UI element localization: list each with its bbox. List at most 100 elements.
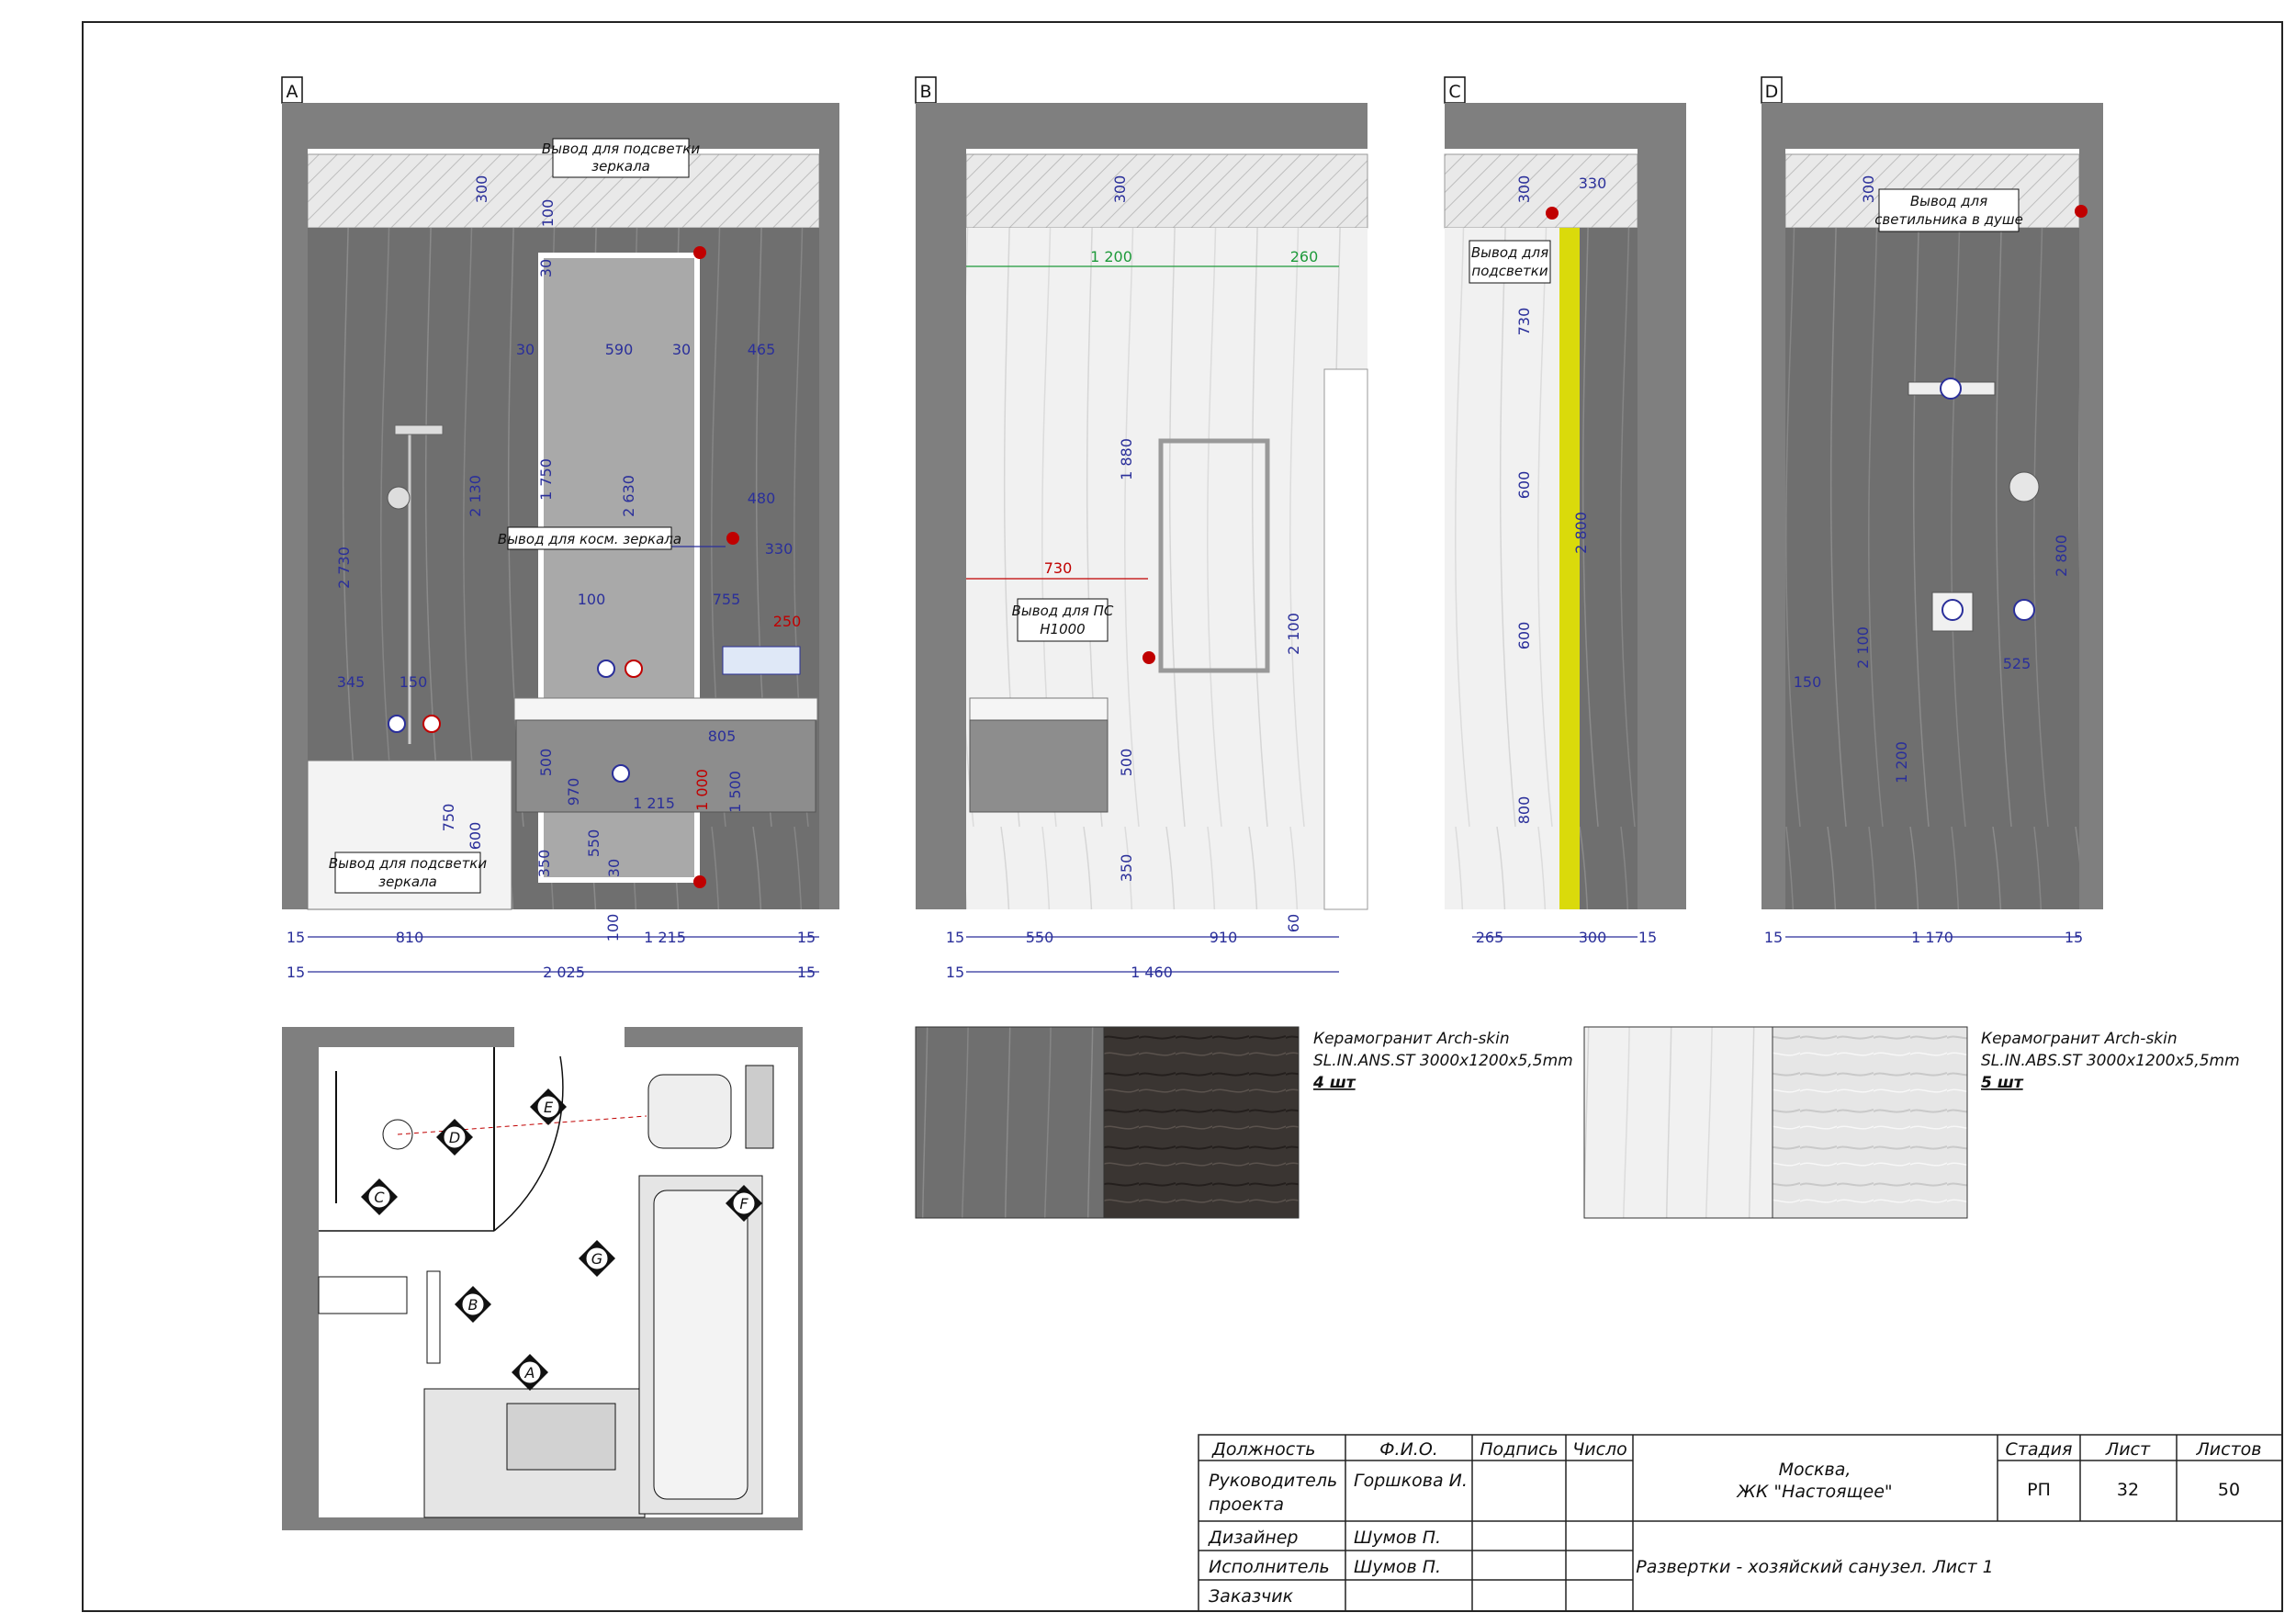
view-a-dim: 2 730 <box>335 547 353 589</box>
elevation-b: B Вывод для ПС H1000 300 1 200 260 1 880… <box>915 76 1368 981</box>
view-b-vanity <box>969 719 1109 813</box>
view-d-wall-right <box>2079 149 2103 909</box>
view-c-dim: 265 <box>1476 929 1504 946</box>
view-a-dim: 30 <box>537 259 555 277</box>
view-a-dim: 755 <box>713 591 741 608</box>
view-a-dim: 2 025 <box>543 964 585 981</box>
view-c-slab <box>1445 103 1686 149</box>
view-a-callout-2-text: Вывод для косм. зеркала <box>498 531 681 547</box>
view-c-point-led <box>1546 207 1559 220</box>
view-a-point-mirror-bottom <box>693 875 706 888</box>
view-c-callout-line-1: Вывод для <box>1471 244 1548 261</box>
view-c-dim: 15 <box>1638 929 1657 946</box>
view-a-dim: 300 <box>473 175 490 204</box>
view-a-point-cosm-mirror <box>726 532 739 545</box>
view-b-callout-line-2: H1000 <box>1040 621 1085 637</box>
tb-header-sign: Подпись <box>1480 1439 1558 1460</box>
view-a-dim: 1 500 <box>726 771 744 813</box>
tb-name-3: Шумов П. <box>1354 1557 1441 1577</box>
material-1: Керамогранит Arch-skin SL.IN.ANS.ST 3000… <box>915 1026 1573 1219</box>
tb-stage-label: Стадия <box>2006 1439 2073 1460</box>
view-a-dim: 330 <box>765 540 793 558</box>
view-a-dim: 15 <box>797 929 816 946</box>
view-a-outlet-hot <box>625 660 643 678</box>
plan-sink <box>506 1403 616 1471</box>
view-a-dim: 1 750 <box>537 458 555 501</box>
plan-toilet <box>647 1074 732 1149</box>
view-b-dim: 1 200 <box>1090 248 1132 265</box>
view-b-countertop <box>969 697 1109 721</box>
view-a-callout-3-line-2: зеркала <box>378 874 437 890</box>
title-block-text: Должность Ф.И.О. Подпись Число Руководит… <box>1208 1439 2261 1607</box>
view-d-letter: D <box>1765 82 1779 102</box>
view-d-handshower <box>2009 471 2040 502</box>
view-a-dim: 1 215 <box>644 929 686 946</box>
view-c-dim: 2 800 <box>1572 512 1590 554</box>
view-a-handshower <box>387 486 411 510</box>
material-2-tile-preview <box>1583 1026 1773 1219</box>
view-a-dim: 100 <box>578 591 606 608</box>
view-b-dim: 300 <box>1111 175 1129 204</box>
view-c-ceiling <box>1444 153 1638 229</box>
view-b-ceiling <box>965 153 1368 229</box>
tb-city: Москва, <box>1779 1460 1851 1480</box>
view-b-dim: 730 <box>1044 559 1073 577</box>
view-a-wall-right <box>819 149 839 909</box>
view-b-dim: 1 880 <box>1118 438 1135 480</box>
view-a-letter: A <box>287 82 298 102</box>
view-a-dim: 600 <box>467 822 484 851</box>
view-d-dim: 15 <box>1764 929 1783 946</box>
view-c-led-strip <box>1559 228 1580 909</box>
view-marker-a-label: A <box>524 1364 535 1382</box>
tb-sheet-title: Развертки - хозяйский санузел. Лист 1 <box>1636 1557 1993 1577</box>
view-c-dim: 330 <box>1579 175 1607 192</box>
tb-role-3: Исполнитель <box>1209 1557 1330 1577</box>
tb-name-2: Шумов П. <box>1354 1528 1441 1548</box>
tb-sheets: 50 <box>2218 1480 2240 1500</box>
elevation-a: A Вывод для подсветки зеркала Вывод для … <box>281 76 839 981</box>
tb-header-date: Число <box>1572 1439 1627 1460</box>
view-b-dim: 15 <box>946 964 964 981</box>
view-b-dim: 260 <box>1290 248 1319 265</box>
view-b-letter: B <box>919 82 931 102</box>
view-d-mixer-right <box>2013 599 2035 621</box>
view-a-dim: 15 <box>287 929 305 946</box>
view-marker-g-label: G <box>591 1250 602 1268</box>
view-a-dim: 465 <box>748 341 776 358</box>
tb-sheets-label: Листов <box>2196 1439 2262 1460</box>
view-a-dim: 150 <box>400 673 428 691</box>
view-d-dim: 1 200 <box>1893 741 1910 784</box>
plan-bathtub-inner <box>653 1190 748 1500</box>
view-c-dim: 300 <box>1579 929 1607 946</box>
elevation-c: C Вывод для подсветки 300 330 730 600 2 … <box>1444 76 1686 946</box>
tb-header-name: Ф.И.О. <box>1379 1439 1438 1460</box>
view-d-dim: 15 <box>2065 929 2083 946</box>
view-c-callout-line-2: подсветки <box>1471 263 1548 279</box>
view-c-dim: 730 <box>1515 308 1533 336</box>
plan-shelf <box>318 1276 408 1314</box>
title-block <box>1198 1434 2283 1612</box>
view-marker-c-label: C <box>374 1189 385 1206</box>
view-b-dim: 2 100 <box>1285 613 1302 655</box>
view-a-dim: 250 <box>773 613 802 630</box>
view-a-dim: 805 <box>708 727 737 745</box>
tb-stage: РП <box>2027 1480 2051 1500</box>
view-b-dim: 550 <box>1026 929 1054 946</box>
view-b-dim: 60 <box>1285 914 1302 932</box>
view-b-point-ps <box>1142 651 1155 664</box>
view-a-shower-head <box>394 424 444 435</box>
material-2-name: Керамогранит Arch-skin <box>1981 1030 2178 1048</box>
tb-sheet: 32 <box>2117 1480 2139 1500</box>
view-b-dim: 910 <box>1210 929 1238 946</box>
material-1-tile-preview <box>915 1026 1105 1219</box>
view-b-dim: 350 <box>1118 854 1135 883</box>
view-d-mixer-top <box>1940 378 1962 400</box>
view-d-dim: 300 <box>1860 175 1877 204</box>
tb-role-1-line-1: Руководитель <box>1209 1471 1337 1491</box>
view-a-dim: 15 <box>797 964 816 981</box>
material-1-qty: 4 шт <box>1312 1074 1356 1092</box>
view-d-callout-line-2: светильника в душе <box>1874 211 2023 228</box>
plan-towel-rail <box>426 1270 441 1364</box>
view-d-dim: 150 <box>1794 673 1822 691</box>
material-2-texture <box>1772 1026 1968 1219</box>
